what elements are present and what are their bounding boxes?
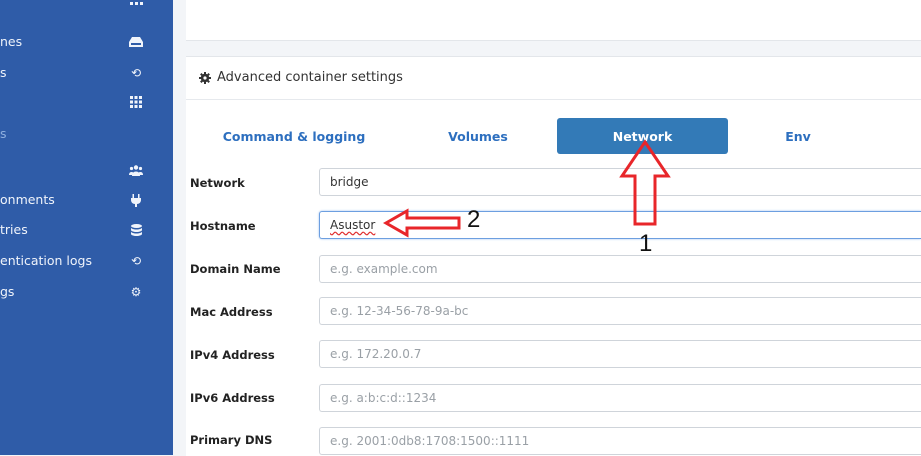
sidebar-top-icon xyxy=(128,2,144,6)
sidebar-item-8[interactable]: gs ⚙ xyxy=(0,280,173,304)
mac-address-input[interactable]: e.g. 12-34-56-78-9a-bc xyxy=(319,297,921,325)
tab-volumes[interactable]: Volumes xyxy=(408,118,548,154)
drive-icon xyxy=(128,34,144,50)
users-icon xyxy=(128,162,144,178)
sidebar-item-2[interactable] xyxy=(0,90,173,114)
sidebar-item-label: gs xyxy=(0,284,15,299)
panel-header: Advanced container settings xyxy=(186,57,921,100)
domain-name-placeholder: e.g. example.com xyxy=(330,262,438,276)
sidebar-section-label: s xyxy=(0,126,7,141)
ipv6-address-label: IPv6 Address xyxy=(190,391,275,405)
gear-icon xyxy=(199,72,211,84)
sidebar-section-title: s xyxy=(0,122,173,146)
domain-name-input[interactable]: e.g. example.com xyxy=(319,255,921,283)
tab-command-logging[interactable]: Command & logging xyxy=(210,118,378,154)
mac-address-placeholder: e.g. 12-34-56-78-9a-bc xyxy=(330,304,469,318)
panel-title: Advanced container settings xyxy=(217,70,403,85)
sidebar: nes s ⟲ s onments tries entication logs xyxy=(0,0,173,455)
tab-label: Command & logging xyxy=(222,128,366,144)
history-icon: ⟲ xyxy=(130,66,142,80)
annotation-arrow-left xyxy=(382,208,461,238)
ipv6-address-input[interactable]: e.g. a:b:c:d::1234 xyxy=(319,384,921,412)
tab-env[interactable]: Env xyxy=(738,118,858,154)
tab-label: Volumes xyxy=(448,128,508,144)
sidebar-item-label: s xyxy=(0,65,7,80)
top-card xyxy=(186,0,921,41)
sidebar-item-label: onments xyxy=(0,192,55,207)
hostname-input-value: Asustor xyxy=(330,218,376,232)
sidebar-item-5[interactable]: onments xyxy=(0,188,173,212)
annotation-number-1: 1 xyxy=(639,230,653,257)
ipv4-address-placeholder: e.g. 172.20.0.7 xyxy=(330,347,422,361)
ipv4-address-label: IPv4 Address xyxy=(190,348,275,362)
grid-icon xyxy=(128,94,144,110)
tab-label: Env xyxy=(785,128,811,144)
mac-address-label: Mac Address xyxy=(190,305,273,319)
sidebar-item-label: entication logs xyxy=(0,253,93,268)
sidebar-item-6[interactable]: tries xyxy=(0,218,173,242)
plug-icon xyxy=(128,192,144,208)
cogs-icon: ⚙ xyxy=(130,285,142,299)
network-select-value: bridge xyxy=(330,175,369,189)
annotation-arrow-up xyxy=(619,139,671,226)
primary-dns-label: Primary DNS xyxy=(190,433,273,447)
sidebar-item-7[interactable]: entication logs ⟲ xyxy=(0,249,173,273)
ipv4-address-input[interactable]: e.g. 172.20.0.7 xyxy=(319,340,921,368)
hostname-label: Hostname xyxy=(190,219,256,233)
domain-name-label: Domain Name xyxy=(190,262,281,276)
sidebar-item-1[interactable]: s ⟲ xyxy=(0,61,173,85)
annotation-number-2: 2 xyxy=(467,206,481,233)
advanced-settings-panel: Advanced container settings Command & lo… xyxy=(186,56,921,456)
primary-dns-placeholder: e.g. 2001:0db8:1708:1500::1111 xyxy=(330,434,530,448)
primary-dns-input[interactable]: e.g. 2001:0db8:1708:1500::1111 xyxy=(319,427,921,455)
ipv6-address-placeholder: e.g. a:b:c:d::1234 xyxy=(330,391,437,405)
network-label: Network xyxy=(190,176,245,190)
history-icon: ⟲ xyxy=(130,254,142,268)
sidebar-item-label: nes xyxy=(0,34,23,49)
database-icon xyxy=(128,222,144,238)
sidebar-item-0[interactable]: nes xyxy=(0,30,173,54)
sidebar-item-label: tries xyxy=(0,222,28,237)
sidebar-item-4[interactable] xyxy=(0,158,173,182)
